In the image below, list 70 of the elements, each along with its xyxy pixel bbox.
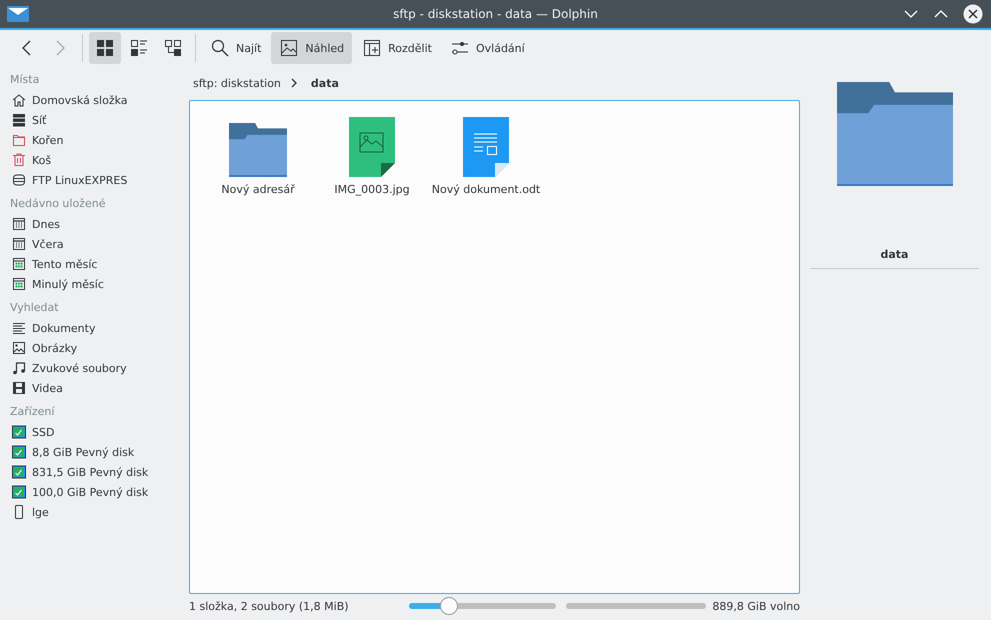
file-item[interactable]: Nový dokument.odt (433, 115, 539, 196)
sidebar-item[interactable]: 831,5 GiB Pevný disk (10, 462, 148, 482)
folder-icon (836, 82, 952, 186)
chevron-left-icon (22, 40, 30, 56)
calendar-icon (11, 276, 27, 292)
calendar-icon (11, 216, 27, 232)
split-view-icon (362, 38, 382, 58)
sidebar-item[interactable]: Dokumenty (10, 318, 96, 338)
toolbar-button[interactable]: Ovládání (442, 32, 533, 64)
view-mode-button[interactable] (89, 32, 121, 64)
section-header: Místa (10, 72, 40, 88)
music-note-icon (11, 360, 27, 376)
sidebar-item[interactable]: Zvukové soubory (10, 358, 127, 378)
drive-icon (11, 464, 27, 480)
window-title: sftp - diskstation - data — Dolphin (393, 7, 598, 21)
sidebar-item[interactable]: 100,0 GiB Pevný disk (10, 482, 148, 502)
sidebar-item[interactable]: FTP LinuxEXPRES (10, 170, 128, 190)
breadcrumb-item[interactable]: data (310, 76, 339, 90)
sidebar-item[interactable]: SSD (10, 422, 54, 442)
sidebar-item[interactable]: Dnes (10, 214, 60, 234)
free-space-text: 889,8 GiB volno (712, 600, 800, 612)
text-lines-icon (11, 320, 27, 336)
chevron-right-icon (56, 40, 64, 56)
drive-icon (11, 444, 27, 460)
house-icon (11, 92, 27, 108)
server-icon (11, 112, 27, 128)
envelope-icon (7, 6, 29, 22)
close-icon[interactable] (963, 4, 983, 24)
search-icon (210, 38, 230, 58)
status-text: 1 složka, 2 soubory (1,8 MiB) (189, 600, 350, 612)
drive-icon (11, 484, 27, 500)
file-item[interactable]: Nový adresář (205, 115, 311, 196)
slider-handle[interactable] (440, 597, 458, 615)
image-icon (11, 340, 27, 356)
toolbar-button[interactable]: Rozdělit (354, 32, 440, 64)
preview-name: data (880, 248, 908, 261)
sidebar-item[interactable]: Síť (10, 110, 46, 130)
trash-icon (11, 152, 27, 168)
image-file-icon (349, 117, 395, 177)
sidebar-item[interactable]: Kořen (10, 130, 64, 150)
breadcrumb-item[interactable]: sftp: diskstation (193, 76, 281, 90)
file-item[interactable]: IMG_0003.jpg (319, 115, 425, 196)
sidebar-item[interactable]: Včera (10, 234, 64, 254)
sidebar-item[interactable]: Obrázky (10, 338, 78, 358)
grid-icon (95, 38, 115, 58)
toolbar-button[interactable]: Náhled (271, 32, 352, 64)
tree-icon (163, 38, 183, 58)
calendar-icon (11, 236, 27, 252)
sidebar-item[interactable]: Domovská složka (10, 90, 128, 110)
zoom-slider[interactable] (409, 597, 556, 615)
chevron-right-icon (288, 77, 299, 89)
calendar-icon (11, 256, 27, 272)
film-icon (11, 380, 27, 396)
section-header: Vyhledat (10, 300, 60, 316)
section-header: Zařízení (10, 404, 56, 420)
list-icon (129, 38, 149, 58)
sidebar-item[interactable]: Videa (10, 378, 63, 398)
folder-icon (229, 123, 287, 177)
section-header: Nedávno uložené (10, 196, 106, 212)
sidebar-item[interactable]: lge (10, 502, 49, 522)
sidebar-item[interactable]: 8,8 GiB Pevný disk (10, 442, 134, 462)
sidebar-item[interactable]: Koš (10, 150, 52, 170)
document-file-icon (463, 117, 509, 177)
database-icon (11, 172, 27, 188)
drive-icon (11, 424, 27, 440)
sidebar-item[interactable]: Tento měsíc (10, 254, 98, 274)
sidebar-item[interactable]: Minulý měsíc (10, 274, 104, 294)
toolbar-button[interactable]: Najít (202, 32, 270, 64)
folder-icon (11, 132, 27, 148)
image-icon (279, 38, 300, 58)
